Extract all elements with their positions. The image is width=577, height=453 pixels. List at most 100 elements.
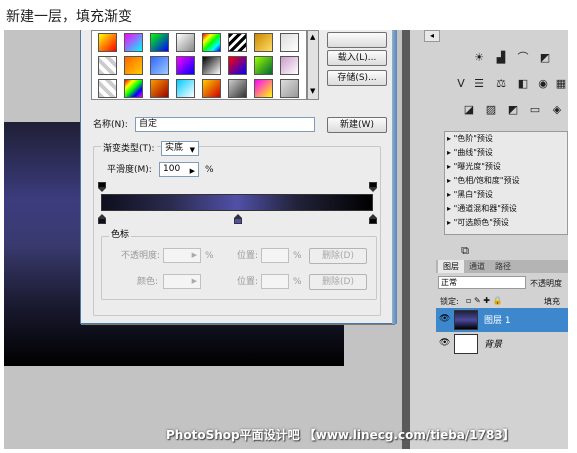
load-button[interactable]: 载入(L)...	[327, 50, 387, 66]
gradient-preset-swatch[interactable]	[228, 79, 247, 98]
curves-icon[interactable]: ⌒	[514, 50, 532, 65]
color-location-unit: %	[293, 277, 302, 287]
tab-channels[interactable]: 通道	[464, 260, 490, 273]
gradient-preset-swatch[interactable]	[254, 79, 273, 98]
gradient-preset-swatch[interactable]	[176, 79, 195, 98]
brightness-icon[interactable]: ☀	[470, 50, 488, 65]
new-button[interactable]: 新建(W)	[327, 117, 387, 133]
gradient-preset-swatch[interactable]	[176, 33, 195, 52]
post-caption: 新建一层，填充渐变	[6, 9, 132, 25]
watermark-text: PhotoShop平面设计吧 【www.linecg.com/tieba/178…	[166, 428, 515, 442]
invert-icon[interactable]: ◪	[460, 102, 478, 117]
gradient-presets-grid[interactable]	[91, 30, 307, 100]
gradient-preset-swatch[interactable]	[280, 79, 299, 98]
gradient-preset-swatch[interactable]	[150, 56, 169, 75]
clip-icon[interactable]: ⧉	[456, 243, 474, 258]
preset-levels[interactable]: ▸ "色阶"预设	[447, 133, 493, 145]
smoothness-input[interactable]: 100 ▶	[159, 162, 199, 177]
panel-collapse-button[interactable]: ◂	[424, 30, 440, 42]
preset-black-white[interactable]: ▸ "黑白"预设	[447, 189, 493, 201]
gradient-preset-swatch[interactable]	[150, 33, 169, 52]
gradient-map-icon[interactable]: ▭	[526, 102, 544, 117]
gradient-preset-swatch[interactable]	[98, 33, 117, 52]
layer-name: 图层 1	[484, 316, 511, 326]
layer-row[interactable]: 👁 背景	[436, 332, 568, 356]
stop-color-swatch[interactable]: ▶	[163, 274, 201, 289]
color-location-input[interactable]	[261, 274, 289, 289]
visibility-eye-icon[interactable]: 👁	[439, 314, 450, 324]
name-input[interactable]: 自定	[135, 117, 315, 132]
stop-color-label: 颜色:	[137, 277, 159, 287]
smoothness-label: 平滑度(M):	[107, 165, 152, 175]
lock-label: 锁定:	[440, 297, 459, 306]
save-button[interactable]: 存储(S)...	[327, 70, 387, 86]
gradient-type-value: 实底	[165, 143, 184, 153]
gradient-preset-swatch[interactable]	[124, 56, 143, 75]
stop-location-input[interactable]	[261, 248, 289, 263]
photo-filter-icon[interactable]: ◉	[534, 76, 552, 91]
preset-hue-saturation[interactable]: ▸ "色相/饱和度"预设	[447, 175, 520, 187]
gradient-preset-swatch[interactable]	[254, 56, 273, 75]
preset-curves[interactable]: ▸ "曲线"预设	[447, 147, 493, 159]
blend-mode-select[interactable]: 正常	[438, 276, 526, 289]
delete-color-stop-button[interactable]: 删除(D)	[309, 274, 367, 290]
stops-group-box	[101, 236, 377, 300]
gradient-preset-swatch[interactable]	[228, 33, 247, 52]
tab-layers[interactable]: 图层	[438, 260, 464, 273]
layer-thumbnail	[454, 310, 478, 330]
stop-location-unit: %	[293, 251, 302, 261]
layer-opacity-label: 不透明度	[530, 279, 562, 288]
black-white-icon[interactable]: ◧	[514, 76, 532, 91]
levels-icon[interactable]: ▟	[492, 50, 510, 65]
opacity-stop-right[interactable]	[369, 182, 377, 192]
opacity-stop-left[interactable]	[98, 182, 106, 192]
gradient-preset-swatch[interactable]	[124, 79, 143, 98]
presets-scrollbar[interactable]: ▲ ▼	[307, 30, 319, 100]
stop-opacity-input[interactable]: ▶	[163, 248, 201, 263]
gradient-editor-dialog: ▲ ▼ 载入(L)... 存储(S)... 名称(N): 自定 新建(W) 渐变…	[80, 30, 394, 324]
stop-opacity-unit: %	[205, 251, 214, 261]
gradient-preset-swatch[interactable]	[98, 56, 117, 75]
photoshop-workspace: ▲ ▼ 载入(L)... 存储(S)... 名称(N): 自定 新建(W) 渐变…	[4, 30, 568, 449]
gradient-preset-swatch[interactable]	[280, 33, 299, 52]
gradient-preset-swatch[interactable]	[202, 79, 221, 98]
gradient-preset-swatch[interactable]	[98, 79, 117, 98]
channel-mixer-icon[interactable]: ▦	[552, 76, 568, 91]
gradient-preset-swatch[interactable]	[176, 56, 195, 75]
gradient-preset-swatch[interactable]	[254, 33, 273, 52]
gradient-preset-swatch[interactable]	[124, 33, 143, 52]
layer-row[interactable]: 👁 图层 1	[436, 308, 568, 332]
tab-paths[interactable]: 路径	[490, 260, 516, 273]
gradient-preset-swatch[interactable]	[150, 79, 169, 98]
vibrance-icon[interactable]: V	[452, 76, 470, 91]
stop-opacity-label: 不透明度:	[121, 251, 161, 261]
threshold-icon[interactable]: ◩	[504, 102, 522, 117]
color-stop-left[interactable]	[98, 214, 106, 224]
hue-saturation-icon[interactable]: ☰	[470, 76, 488, 91]
color-stop-right[interactable]	[369, 214, 377, 224]
gradient-preset-swatch[interactable]	[280, 56, 299, 75]
gradient-preset-swatch[interactable]	[202, 33, 221, 52]
preset-exposure[interactable]: ▸ "曝光度"预设	[447, 161, 501, 173]
preset-channel-mixer[interactable]: ▸ "通道混和器"预设	[447, 203, 517, 215]
visibility-eye-icon[interactable]: 👁	[439, 338, 450, 348]
smoothness-value: 100	[163, 164, 181, 174]
color-balance-icon[interactable]: ⚖	[492, 76, 510, 91]
posterize-icon[interactable]: ▨	[482, 102, 500, 117]
lock-icons[interactable]: ▫ ✎ ✚ 🔒	[466, 295, 502, 307]
selective-color-icon[interactable]: ◈	[548, 102, 566, 117]
gradient-preset-swatch[interactable]	[228, 56, 247, 75]
exposure-icon[interactable]: ◩	[536, 50, 554, 65]
name-label: 名称(N):	[93, 120, 128, 130]
gradient-preset-swatch[interactable]	[202, 56, 221, 75]
delete-opacity-stop-button[interactable]: 删除(D)	[309, 248, 367, 264]
dialog-border	[392, 30, 397, 324]
fill-label: 填充	[544, 297, 560, 306]
color-stop-middle[interactable]	[234, 214, 242, 224]
preset-selective-color[interactable]: ▸ "可选颜色"预设	[447, 217, 509, 229]
gradient-type-select[interactable]: 实底 ▼	[161, 141, 199, 156]
layer-name: 背景	[484, 340, 503, 350]
color-location-label: 位置:	[237, 277, 259, 287]
gradient-preview-bar[interactable]	[101, 194, 373, 211]
ok-button-partial[interactable]	[327, 32, 387, 48]
